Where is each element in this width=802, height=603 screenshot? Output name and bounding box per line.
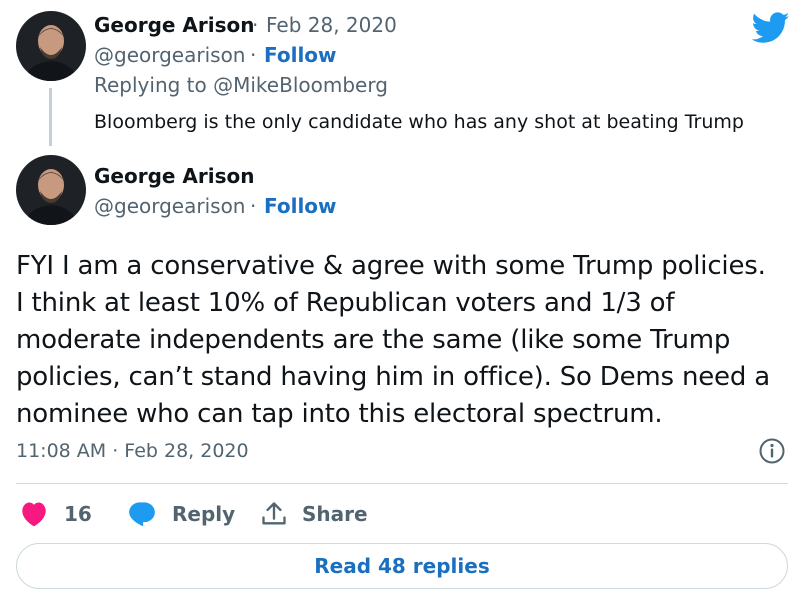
reply-label: Reply (172, 502, 236, 526)
main-handle-separator: · (250, 194, 257, 218)
reply-author-handle[interactable]: @georgearison (94, 43, 245, 67)
thread-connector-line (49, 88, 52, 146)
twitter-bird-icon[interactable] (751, 12, 790, 44)
read-replies-button[interactable]: Read 48 replies (16, 543, 788, 589)
avatar[interactable] (16, 155, 86, 225)
heart-icon (20, 501, 48, 527)
reply-tweet-text: Bloomberg is the only candidate who has … (94, 111, 744, 133)
reply-author-name[interactable]: George Arison (94, 13, 255, 37)
main-author-name[interactable]: George Arison (94, 164, 255, 188)
divider (16, 483, 788, 484)
share-label: Share (302, 502, 368, 526)
main-follow-button[interactable]: Follow (264, 194, 337, 218)
tweet-timestamp[interactable]: 11:08 AM · Feb 28, 2020 (16, 440, 249, 462)
reply-date[interactable]: Feb 28, 2020 (266, 13, 397, 37)
info-icon[interactable] (758, 437, 786, 465)
like-button[interactable]: 16 (20, 500, 92, 528)
reply-follow-button[interactable]: Follow (264, 43, 337, 67)
replying-to-label[interactable]: Replying to @MikeBloomberg (94, 73, 388, 97)
main-tweet-text-line: nominee who can tap into this electoral … (16, 399, 663, 429)
main-tweet-text-line: moderate independents are the same (like… (16, 325, 731, 355)
reply-date-separator: · (252, 13, 259, 37)
main-tweet-text: FYI I am a conservative & agree with som… (16, 248, 792, 433)
reply-handle-separator: · (250, 43, 257, 67)
main-tweet-text-line: FYI I am a conservative & agree with som… (16, 251, 766, 281)
share-upload-icon (260, 500, 288, 528)
like-count: 16 (64, 502, 92, 526)
main-author-handle[interactable]: @georgearison (94, 194, 245, 218)
reply-button[interactable]: Reply (128, 500, 235, 528)
main-tweet-text-line: policies, can’t stand having him in offi… (16, 362, 770, 392)
avatar[interactable] (16, 11, 86, 81)
share-button[interactable]: Share (260, 500, 368, 528)
speech-bubble-icon (128, 501, 156, 527)
main-tweet-text-line: I think at least 10% of Republican voter… (16, 288, 675, 318)
